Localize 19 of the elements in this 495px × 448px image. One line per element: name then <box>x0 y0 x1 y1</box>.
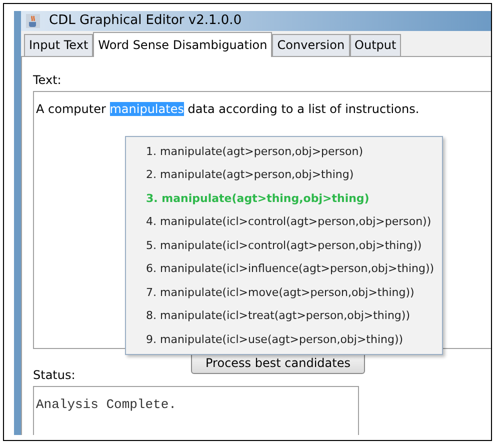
status-label: Status: <box>33 366 76 384</box>
candidate-item[interactable]: 6. manipulate(icl>influence(agt>person,obj>thing)) <box>146 257 442 280</box>
tab[interactable]: Word Sense Disambiguation <box>93 32 272 56</box>
candidate-menu[interactable] <box>125 136 443 355</box>
text-label: Text: <box>33 72 62 86</box>
tab[interactable]: Output <box>350 34 402 56</box>
window-title: CDL Graphical Editor v2.1.0.0 <box>49 12 242 30</box>
candidate-item[interactable]: 2. manipulate(agt>person,obj>thing) <box>146 163 442 186</box>
candidate-item[interactable]: 1. manipulate(agt>person,obj>person) <box>146 140 442 163</box>
sentence: A computer manipulates data according to a list of instructions. <box>36 102 420 116</box>
candidate-item[interactable]: 4. manipulate(icl>control(agt>person,obj>person)) <box>146 210 442 234</box>
tab[interactable]: Conversion <box>272 34 350 56</box>
candidate-item[interactable]: 7. manipulate(icl>move(agt>person,obj>thing)) <box>146 280 442 304</box>
candidate-item[interactable]: 9. manipulate(icl>use(agt>person,obj>thing)) <box>146 328 442 351</box>
tab[interactable]: Input Text <box>24 34 94 56</box>
coffee-cup-icon <box>25 12 41 29</box>
status-text: Analysis Complete. <box>36 396 176 412</box>
candidate-item[interactable]: 5. manipulate(icl>control(agt>person,obj>thing)) <box>146 234 442 257</box>
candidate-item[interactable]: 8. manipulate(icl>treat(agt>person,obj>thing)) <box>146 304 442 328</box>
